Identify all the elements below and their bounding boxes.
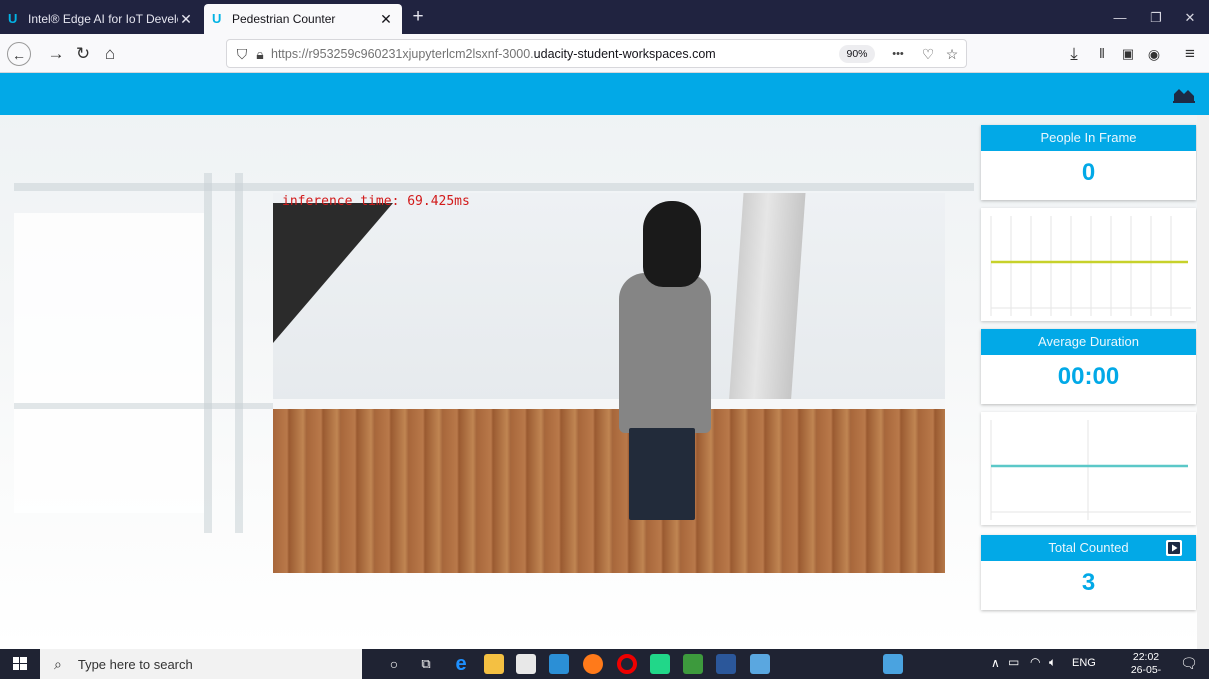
minimize-button[interactable]: — [1100, 6, 1140, 30]
page-content: inference time: 69.425ms People In Frame… [0, 73, 1209, 649]
average-duration-card: Average Duration 00:00 [981, 329, 1196, 404]
video-painting [273, 203, 393, 343]
taskbar-clock[interactable]: 22:02 26-05-2020 [1120, 651, 1172, 690]
forward-button[interactable]: → [44, 42, 68, 66]
sidebar-icon[interactable]: ▣ [1116, 42, 1140, 66]
page-scrollbar[interactable] [1197, 115, 1209, 649]
mail-icon[interactable] [549, 654, 569, 674]
window-frame [204, 173, 212, 533]
people-in-frame-card: People In Frame 0 [981, 125, 1196, 200]
pocket-icon[interactable]: ♡ [919, 45, 937, 63]
url-bar[interactable]: ⛉ 🔒︎ https://r953259c960231xjupyterlcm2l… [226, 39, 967, 68]
search-placeholder: Type here to search [77, 656, 193, 672]
window-frame [235, 173, 243, 533]
volume-icon[interactable]: 🔈︎ [1049, 655, 1056, 670]
reload-button[interactable]: ↻ [71, 42, 95, 66]
tab-title: Pedestrian Counter [232, 12, 336, 26]
duration-graph-svg [990, 420, 1191, 520]
zoom-indicator[interactable]: 90% [839, 45, 875, 63]
person-head [643, 201, 701, 287]
new-tab-button[interactable]: + [406, 6, 430, 30]
card-title-text: Total Counted [1048, 540, 1129, 555]
url-text[interactable]: https://r953259c960231xjupyterlcm2lsxnf-… [271, 47, 716, 61]
tab-title: Intel® Edge AI for IoT Develope [28, 12, 178, 26]
pycharm-icon[interactable] [650, 654, 670, 674]
total-counted-value: 3 [1081, 569, 1096, 596]
close-icon[interactable]: ✕ [178, 11, 194, 28]
word-icon[interactable] [716, 654, 736, 674]
tab-pedestrian-counter[interactable]: U Pedestrian Counter ✕ [204, 4, 402, 34]
clock-date: 26-05-2020 [1130, 664, 1162, 689]
page-actions-icon[interactable]: ••• [889, 45, 907, 63]
card-title: People In Frame [981, 125, 1196, 151]
library-icon[interactable]: ⫴ [1090, 42, 1114, 66]
task-view-icon[interactable]: ⧉ [416, 654, 436, 674]
cortana-icon[interactable]: ○ [384, 654, 404, 674]
paint-icon[interactable] [883, 654, 903, 674]
people-graph-svg [990, 216, 1191, 316]
downloads-icon[interactable]: ⤓ [1062, 42, 1086, 66]
opera-icon[interactable] [617, 654, 637, 674]
play-icon[interactable] [1166, 540, 1182, 556]
people-in-frame-value: 0 [1081, 159, 1096, 186]
tab-intel-edge-ai[interactable]: U Intel® Edge AI for IoT Develope ✕ [0, 4, 202, 34]
notification-icon[interactable]: 🗨︎ [1180, 655, 1198, 672]
wifi-icon[interactable]: ◠ [1030, 655, 1040, 669]
home-button[interactable]: ⌂ [98, 42, 122, 66]
app-icon[interactable] [750, 654, 770, 674]
file-explorer-icon[interactable] [484, 654, 504, 674]
notepad-icon[interactable] [683, 654, 703, 674]
chart-icon[interactable] [1173, 85, 1195, 103]
lock-icon[interactable]: 🔒︎ [251, 45, 269, 63]
tab-strip: U Intel® Edge AI for IoT Develope ✕ U Pe… [0, 0, 1209, 34]
office-window [14, 213, 204, 513]
navigation-toolbar: ← → ↻ ⌂ ⛉ 🔒︎ https://r953259c960231xjupy… [0, 34, 1209, 73]
total-counted-card: Total Counted 3 [981, 535, 1196, 610]
average-duration-value: 00:00 [1057, 363, 1120, 390]
person-legs [629, 428, 695, 520]
inference-time-overlay: inference time: 69.425ms [282, 194, 470, 209]
battery-icon[interactable]: ▭ [1008, 655, 1019, 669]
udacity-icon: U [8, 11, 18, 26]
menu-icon[interactable]: ≡ [1178, 42, 1202, 66]
ceiling-beam [14, 183, 974, 191]
windows-start-icon[interactable] [0, 649, 40, 679]
windows-taskbar: ⌕ Type here to search ○ ⧉ e ∧ ▭ ◠ 🔈︎ ENG… [0, 649, 1209, 689]
video-baseboard [273, 399, 945, 409]
people-graph [981, 208, 1196, 321]
account-icon[interactable]: ◉ [1142, 42, 1166, 66]
close-window-button[interactable]: ✕ [1170, 6, 1209, 30]
bookmark-star-icon[interactable]: ☆ [943, 45, 961, 63]
card-title: Average Duration [981, 329, 1196, 355]
shield-icon[interactable]: ⛉ [233, 45, 251, 63]
udacity-icon: U [212, 11, 222, 26]
firefox-icon[interactable] [583, 654, 603, 674]
close-icon[interactable]: ✕ [378, 11, 394, 28]
clock-time: 22:02 [1132, 651, 1160, 663]
video-feed: inference time: 69.425ms [273, 193, 945, 573]
app-header [0, 73, 1209, 115]
back-button[interactable]: ← [7, 42, 31, 66]
taskbar-search[interactable]: ⌕ Type here to search [40, 649, 362, 679]
video-floor [273, 403, 945, 573]
person-figure [619, 273, 711, 433]
tray-chevron-icon[interactable]: ∧ [991, 656, 1000, 670]
store-icon[interactable] [516, 654, 536, 674]
railing [14, 403, 274, 409]
duration-graph [981, 412, 1196, 525]
card-title: Total Counted [981, 535, 1196, 561]
edge-icon[interactable]: e [451, 654, 471, 674]
language-indicator[interactable]: ENG [1072, 657, 1096, 669]
search-icon: ⌕ [54, 655, 62, 672]
